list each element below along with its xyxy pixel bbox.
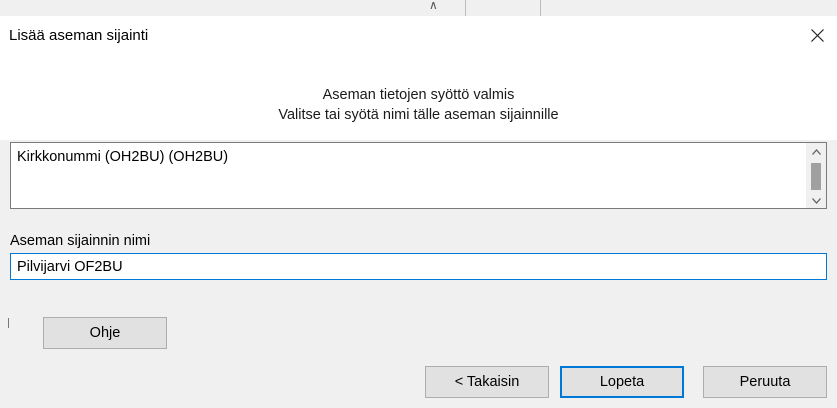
background-separator (540, 0, 541, 16)
help-button[interactable]: Ohje (43, 317, 167, 349)
background-glyph: ∧ (429, 0, 438, 12)
chevron-down-icon (811, 198, 821, 204)
background-separator (465, 0, 466, 16)
close-button[interactable] (797, 16, 837, 54)
wizard-header: Aseman tietojen syöttö valmis Valitse ta… (0, 54, 837, 140)
add-station-location-dialog: Lisää aseman sijainti Aseman tietojen sy… (0, 16, 837, 408)
scroll-up-button[interactable] (806, 145, 826, 159)
completion-message: Aseman tietojen syöttö valmis (322, 87, 515, 103)
dialog-title: Lisää aseman sijainti (9, 27, 149, 44)
back-button[interactable]: < Takaisin (425, 366, 549, 398)
scroll-thumb[interactable] (811, 163, 821, 190)
dialog-titlebar: Lisää aseman sijainti (0, 16, 837, 54)
scroll-down-button[interactable] (806, 194, 826, 208)
close-icon (810, 28, 824, 42)
finish-button[interactable]: Lopeta (560, 366, 684, 398)
location-listbox[interactable]: Kirkkonummi (OH2BU) (OH2BU) (10, 142, 827, 209)
list-item[interactable]: Kirkkonummi (OH2BU) (OH2BU) (17, 149, 228, 165)
location-name-label: Aseman sijainnin nimi (10, 233, 151, 249)
location-name-input[interactable] (11, 254, 826, 279)
location-name-field[interactable] (10, 253, 827, 280)
background-edge-mark (8, 318, 9, 328)
listbox-scrollbar[interactable] (806, 143, 826, 208)
background-window-strip (0, 0, 837, 16)
chevron-up-icon (811, 149, 821, 155)
instruction-message: Valitse tai syötä nimi tälle aseman sija… (278, 107, 559, 123)
cancel-button[interactable]: Peruuta (703, 366, 827, 398)
